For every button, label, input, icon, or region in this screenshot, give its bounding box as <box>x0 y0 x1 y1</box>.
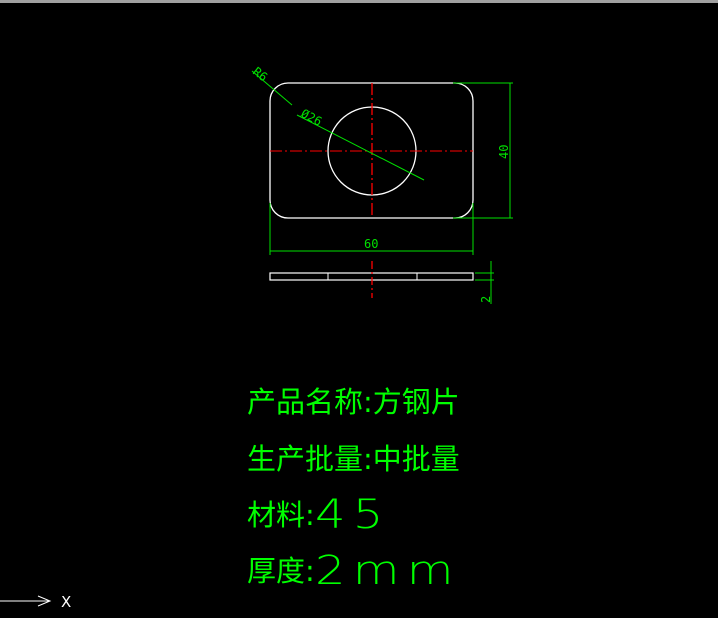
product-name-value: 方钢片 <box>372 385 460 419</box>
material-row: 材料:45 <box>247 495 383 535</box>
thickness-label-text: 厚度: <box>247 554 315 588</box>
material-label: 材料: <box>247 498 315 532</box>
product-name-row: 产品名称:方钢片 <box>247 384 460 420</box>
ucs-x-label: X <box>61 593 71 611</box>
thickness-label: 2 <box>479 296 493 303</box>
thickness-value: 2mm <box>314 548 461 594</box>
width-label: 60 <box>364 237 378 251</box>
batch-value: 中批量 <box>372 442 460 476</box>
thickness-row: 厚度:2mm <box>247 551 453 591</box>
material-value: 45 <box>314 492 391 538</box>
cad-canvas[interactable]: R6 Ø26 40 60 2 X 产品名称:方钢片 生产批量:中批量 材料:45… <box>0 0 718 618</box>
product-name-label: 产品名称: <box>247 385 373 419</box>
batch-row: 生产批量:中批量 <box>247 441 460 477</box>
radius-label: R6 <box>250 64 270 84</box>
height-label: 40 <box>497 145 511 159</box>
diameter-label: Ø26 <box>299 106 325 129</box>
batch-label: 生产批量: <box>247 442 373 476</box>
